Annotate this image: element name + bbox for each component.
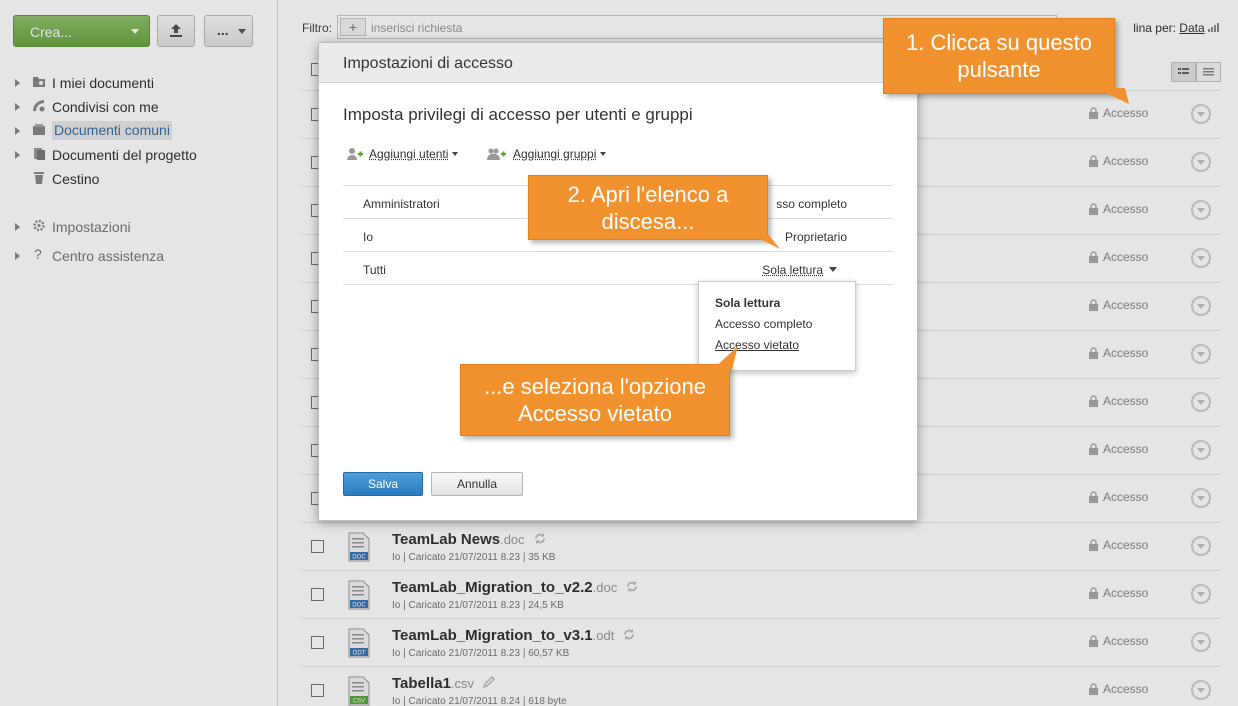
principal-name: Tutti: [363, 263, 386, 277]
add-users-button[interactable]: Aggiungi utenti: [347, 147, 458, 161]
add-user-icon: [347, 147, 363, 161]
callout-step-1: 1. Clicca su questo pulsante: [883, 18, 1115, 94]
add-groups-button[interactable]: Aggiungi gruppi: [487, 147, 606, 161]
callout-text: pulsante: [884, 56, 1114, 83]
access-settings-dialog: Impostazioni di accesso Imposta privileg…: [318, 42, 918, 521]
add-users-label: Aggiungi utenti: [369, 147, 448, 161]
callout-pointer: [750, 234, 782, 252]
callout-step-3: ...e seleziona l'opzione Accesso vietato: [460, 364, 730, 436]
add-groups-label: Aggiungi gruppi: [513, 147, 596, 161]
chevron-down-icon: [600, 152, 606, 156]
dialog-subtitle: Imposta privilegi di accesso per utenti …: [343, 105, 693, 125]
menu-option-read-only[interactable]: Sola lettura: [715, 296, 780, 310]
callout-text: Accesso vietato: [461, 400, 729, 427]
callout-pointer: [1095, 88, 1131, 108]
permission-dropdown[interactable]: Sola lettura: [762, 263, 823, 277]
chevron-down-icon: [452, 152, 458, 156]
menu-option-full-access[interactable]: Accesso completo: [715, 317, 812, 331]
callout-text: 2. Apri l'elenco a: [529, 181, 767, 208]
callout-text: discesa...: [529, 208, 767, 235]
principal-name: Io: [363, 230, 373, 244]
principal-name: Amministratori: [363, 197, 440, 211]
callout-text: 1. Clicca su questo: [884, 29, 1114, 56]
dialog-header: Impostazioni di accesso: [319, 43, 917, 83]
permission-value: Proprietario: [785, 230, 847, 244]
cancel-button[interactable]: Annulla: [431, 472, 523, 496]
callout-text: ...e seleziona l'opzione: [461, 373, 729, 400]
add-group-icon: [487, 147, 507, 161]
dialog-title: Impostazioni di accesso: [343, 55, 513, 73]
chevron-down-icon[interactable]: [829, 267, 837, 272]
save-button[interactable]: Salva: [343, 472, 423, 496]
callout-step-2: 2. Apri l'elenco a discesa...: [528, 175, 768, 240]
permission-value: sso completo: [776, 197, 847, 211]
callout-pointer: [710, 344, 740, 370]
